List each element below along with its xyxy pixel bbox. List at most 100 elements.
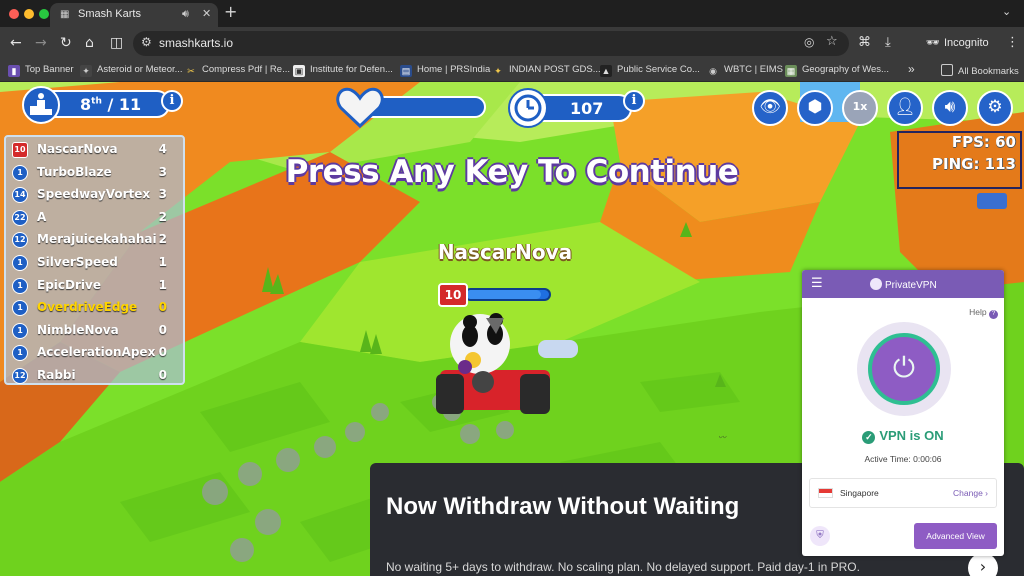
timer-value: 107 [570,99,604,118]
player-level-badge: 10 [438,283,468,307]
leaderboard-row: 12 Rabbi 0 [10,366,181,386]
maximize-window-button[interactable] [39,9,49,19]
speed-multiplier-button[interactable]: 1x [842,90,878,126]
vpn-popup: ☰ PrivateVPN Help ? ⏻ ✓ VPN is ON Active … [802,270,1004,556]
level-badge: 1 [12,255,28,271]
player-score: 2 [158,209,167,224]
bookmark-label: Top Banner [25,64,74,75]
level-badge: 1 [12,277,28,294]
bookmark-favicon-icon: ▦ [785,65,797,77]
bookmark-favicon-icon: ✦ [80,65,92,77]
player-name: TurboBlaze [37,164,112,179]
leaderboard-row: 1 TurboBlaze 3 [10,163,181,183]
vpn-location-selector[interactable]: Singapore Change › [809,478,997,508]
side-panel-icon[interactable]: ◫ [110,35,123,51]
add-friend-icon[interactable]: 👤︎ [887,90,923,126]
bookmark-favicon-icon: ✦ [492,65,504,77]
level-badge: 14 [12,187,28,204]
settings-gear-icon[interactable]: ⚙︎ [977,90,1013,126]
bookmark-favicon-icon: ▮ [8,65,20,77]
player-name: OverdriveEdge [37,300,138,315]
address-bar[interactable]: ⚙︎ smashkarts.io ◎ ☆ [133,31,849,56]
rank-info-icon[interactable]: i [161,90,183,112]
home-icon[interactable]: ⌂ [85,35,94,51]
hamburger-menu-icon[interactable]: ☰ [811,276,823,291]
extension-icon[interactable]: ⌘ [858,35,871,50]
player-name: Rabbi [37,368,76,382]
back-icon[interactable]: ← [10,35,22,51]
player-score: 4 [158,142,167,156]
player-name: NascarNova [37,142,118,156]
player-name: Merajuicekahahai [37,232,157,247]
volume-icon[interactable]: 🔊︎ [932,90,968,126]
player-health-bar [464,288,551,301]
hex-settings-icon[interactable]: ⬢ [797,90,833,126]
bookmark-item[interactable]: ◉ WBTC | EIMS [707,64,783,78]
tab-search-chevron-icon[interactable]: ⌄ [1002,5,1011,18]
bookmark-item[interactable]: ▣ Institute for Defen... [293,64,393,78]
bookmarks-overflow-icon[interactable]: » [908,62,915,76]
smashkarts-favicon-icon: ▦ [60,9,70,20]
all-bookmarks-label: All Bookmarks [958,66,1019,77]
rank-value: 8th / 11 [80,95,142,114]
bookmark-label: WBTC | EIMS [724,64,783,75]
folder-icon [941,64,953,76]
player-score: 1 [158,277,167,292]
bookmark-item[interactable]: ✦ Asteroid or Meteor... [80,64,183,78]
download-icon[interactable]: ⤓ [885,35,891,50]
site-info-icon[interactable]: ⚙︎ [141,35,152,49]
vpn-help-link[interactable]: Help ? [969,307,998,319]
bookmark-item[interactable]: ▲ Public Service Co... [600,64,700,78]
bookmark-item[interactable]: ✂ Compress Pdf | Re... [185,64,290,78]
bookmark-label: Public Service Co... [617,64,700,75]
performance-readout: FPS: 60 PING: 113 [897,131,1022,189]
vpn-shield-icon[interactable]: ⛨ [810,526,830,546]
vpn-location-name: Singapore [840,488,879,498]
bookmark-item[interactable]: ▮ Top Banner [8,64,74,78]
vpn-power-button[interactable]: ⏻ [868,333,940,405]
player-health-fill [466,290,541,299]
incognito-indicator[interactable]: 🕶︎ Incognito [918,33,998,54]
more-menu-icon[interactable]: ⋮ [1006,35,1019,50]
fps-value: FPS: 60 [951,133,1016,151]
audio-playing-icon[interactable]: 🔊︎ [182,7,189,21]
browser-toolbar: ← → ↻ ⌂ ◫ ⚙︎ smashkarts.io ◎ ☆ ⌘ ⤓ 🕶︎ In… [0,27,1024,60]
vpn-change-link[interactable]: Change › [953,488,988,498]
tracking-protection-icon[interactable]: ◎ [804,35,814,49]
level-badge: 12 [12,232,28,249]
browser-tab[interactable]: ▦ Smash Karts 🔊︎ ✕ [50,3,218,27]
player-score: 3 [158,164,167,179]
bookmark-item[interactable]: ▦ Geography of Wes... [785,64,889,78]
url-text[interactable]: smashkarts.io [159,36,233,50]
close-tab-icon[interactable]: ✕ [202,7,211,20]
game-canvas[interactable]: 〰 8th / 11 i 107 i 👁︎ ⬢ 1x 👤︎ 🔊︎ ⚙︎ FPS:… [0,82,1024,576]
bookmark-item[interactable]: ▤ Home | PRSIndia [400,64,490,78]
check-icon: ✓ [862,431,876,444]
leaderboard-row: 1 EpicDrive 1 [10,276,181,296]
forward-icon[interactable]: → [35,35,47,51]
level-badge: 1 [12,345,28,362]
press-any-key-prompt: Press Any Key To Continue [285,154,739,190]
podium-icon [22,86,60,124]
advanced-view-button[interactable]: Advanced View [914,523,997,549]
leaderboard-row: 14 SpeedwayVortex 3 [10,185,181,205]
all-bookmarks-button[interactable]: All Bookmarks [941,64,1019,78]
promo-next-arrow-icon[interactable]: › [968,553,998,576]
timer-info-icon[interactable]: i [623,90,645,112]
bookmark-item[interactable]: ✦ INDIAN POST GDS... [492,64,601,78]
bookmark-star-icon[interactable]: ☆ [826,34,838,49]
incognito-label: Incognito [944,37,989,49]
new-tab-icon[interactable]: + [224,2,237,21]
minimize-window-button[interactable] [24,9,34,19]
bookmark-label: Geography of Wes... [802,64,889,75]
spectate-eye-icon[interactable]: 👁︎ [752,90,788,126]
bookmark-label: Compress Pdf | Re... [202,64,290,75]
vpn-brand: PrivateVPN [870,278,937,291]
vpn-active-time: Active Time: 0:00:06 [864,454,942,464]
level-badge: 1 [12,300,28,317]
leaderboard-row: 1 SilverSpeed 1 [10,253,181,273]
reload-icon[interactable]: ↻ [60,35,72,51]
bookmark-favicon-icon: ✂ [185,65,197,77]
close-window-button[interactable] [9,9,19,19]
player-name: AccelerationApex [37,345,156,360]
